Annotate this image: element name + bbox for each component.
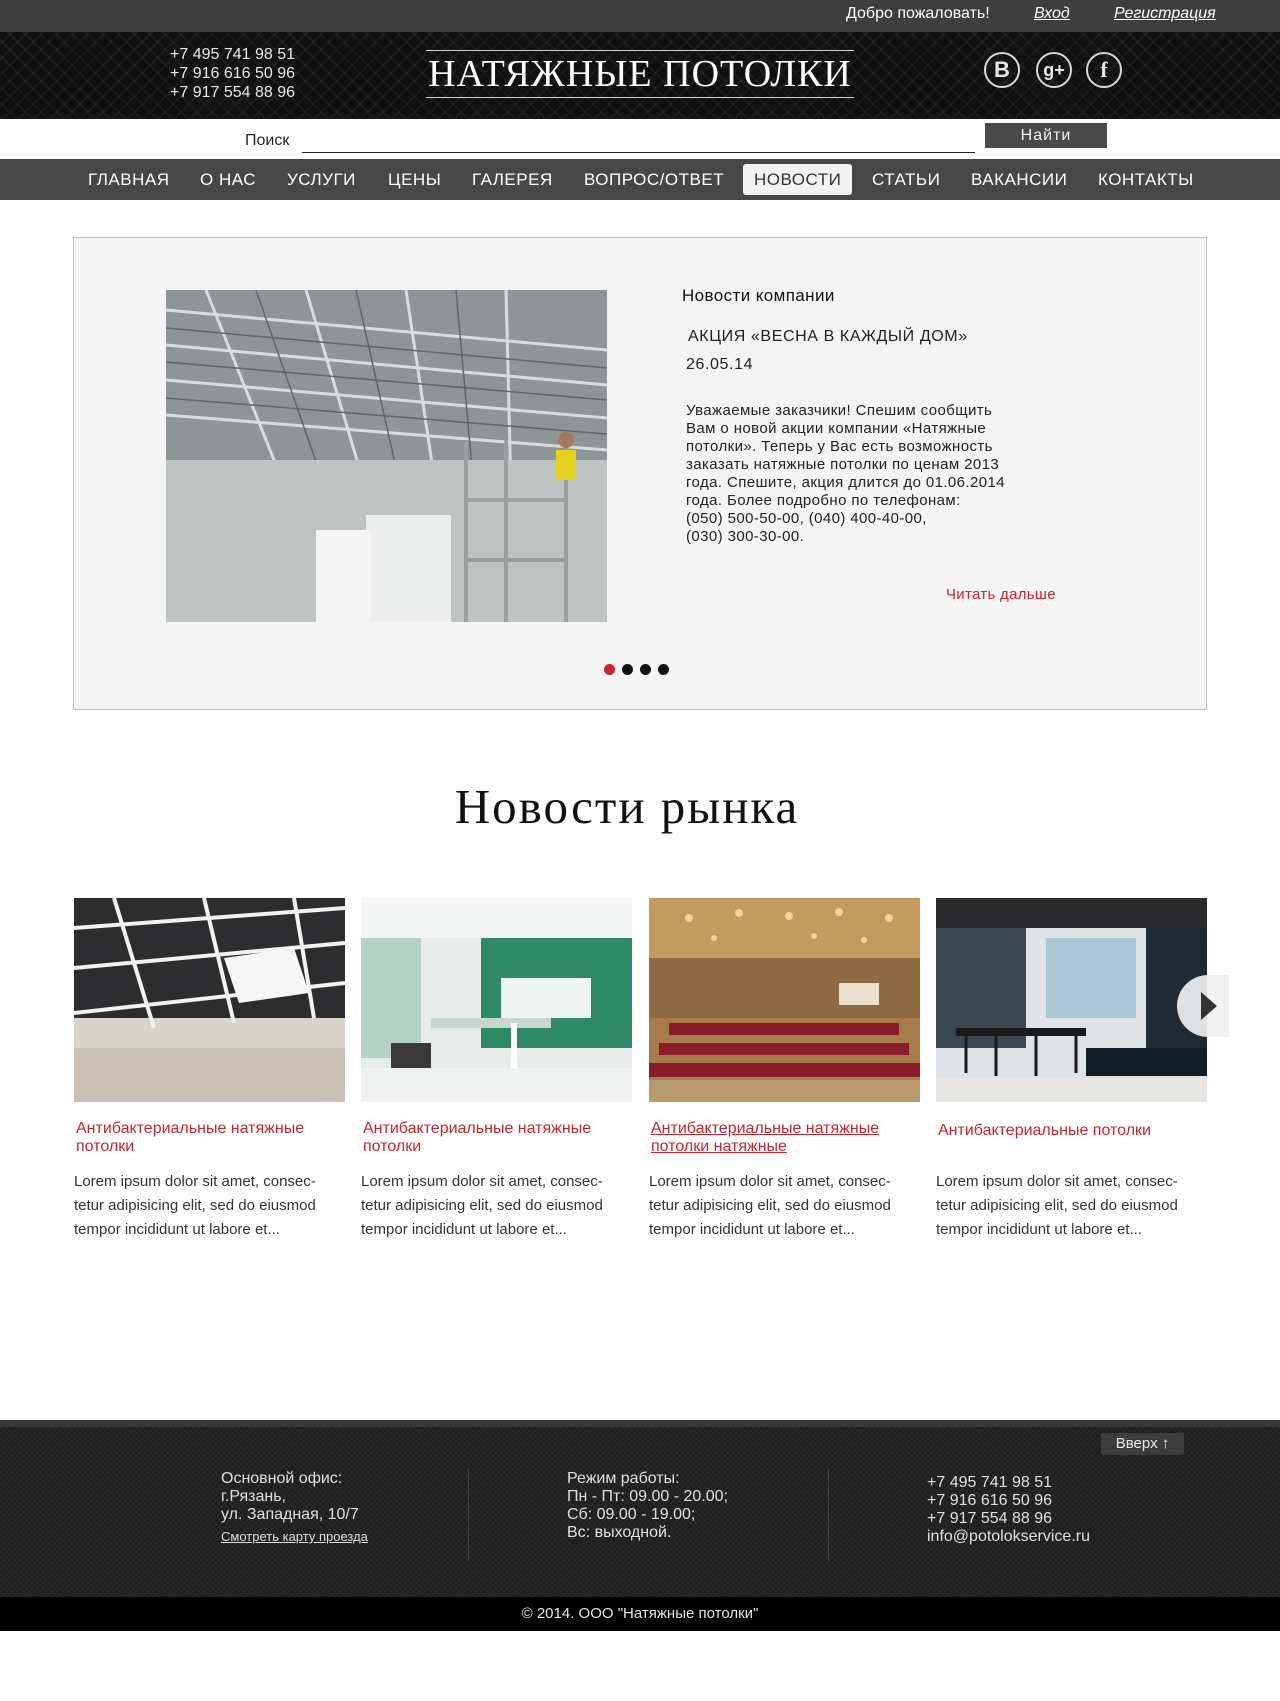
market-news-title: Новости рынка [454, 779, 800, 834]
facebook-icon[interactable]: f [1086, 52, 1122, 88]
footer-hours-line: Режим работы: [567, 1470, 680, 1487]
footer-phone: +7 495 741 98 51 [927, 1474, 1053, 1491]
news-card-desc-line: Lorem ipsum dolor sit amet, consec- [74, 1173, 316, 1190]
search-label: Поиск [245, 132, 290, 149]
news-card-desc-line: Lorem ipsum dolor sit amet, consec- [361, 1173, 603, 1190]
nav-item-contacts[interactable]: КОНТАКТЫ [1098, 164, 1194, 195]
news-card: Антибактериальные натяжные потолки натяж… [649, 898, 920, 1243]
news-card-desc: Lorem ipsum dolor sit amet, consec- tetu… [74, 1170, 345, 1242]
news-card-title[interactable]: Антибактериальные потолки [938, 1122, 1207, 1140]
nav-item-services[interactable]: УСЛУГИ [287, 164, 356, 195]
footer-divider [828, 1469, 829, 1561]
phone-number: +7 916 616 50 96 [170, 65, 296, 82]
news-card: Антибактериальные натяжные потолки Lorem… [361, 898, 632, 1243]
news-card-title[interactable]: Антибактериальные натяжные потолки натяж… [651, 1120, 920, 1156]
nav-item-articles[interactable]: СТАТЬИ [872, 164, 940, 195]
news-card-desc-line: tempor incididunt ut labore et... [74, 1221, 280, 1238]
news-card-desc: Lorem ipsum dolor sit amet, consec- tetu… [361, 1170, 632, 1242]
featured-news-photo[interactable] [166, 290, 607, 622]
slider-dot-3[interactable] [640, 664, 651, 675]
news-card-desc: Lorem ipsum dolor sit amet, consec- tetu… [649, 1170, 920, 1242]
footer-contacts: +7 495 741 98 51 +7 916 616 50 96 +7 917… [927, 1474, 1090, 1546]
news-card-image[interactable] [649, 898, 920, 1102]
news-card: Антибактериальные натяжные потолки Lorem… [74, 898, 345, 1243]
back-to-top-button[interactable]: Вверх ↑ [1101, 1433, 1184, 1455]
news-card: Антибактериальные потолки Lorem ipsum do… [936, 898, 1207, 1243]
news-card-desc-line: tempor incididunt ut labore et... [649, 1221, 855, 1238]
main-nav: ГЛАВНАЯ О НАС УСЛУГИ ЦЕНЫ ГАЛЕРЕЯ ВОПРОС… [0, 159, 1280, 200]
news-card-desc-line: Lorem ipsum dolor sit amet, consec- [936, 1173, 1178, 1190]
footer-office-line: г.Рязань, [221, 1488, 286, 1505]
nav-item-news[interactable]: НОВОСТИ [743, 164, 853, 195]
news-card-desc-line: tetur adipisicing elit, sed do eiusmod [936, 1197, 1178, 1214]
news-card-title[interactable]: Антибактериальные натяжные потолки [76, 1120, 345, 1156]
nav-item-about[interactable]: О НАС [200, 164, 256, 195]
footer-hours-line: Пн - Пт: 09.00 - 20.00; [567, 1488, 729, 1505]
nav-item-gallery[interactable]: ГАЛЕРЕЯ [472, 164, 553, 195]
news-card-title[interactable]: Антибактериальные натяжные потолки [363, 1120, 632, 1156]
search-bar: Поиск Найти [0, 119, 1280, 159]
news-body-line: заказать натяжные потолки по ценам 2013 [686, 456, 1000, 473]
news-body-line: потолки». Теперь у Вас есть возможность [686, 438, 993, 455]
copyright: © 2014. ООО "Натяжные потолки" [0, 1597, 1280, 1631]
news-card-desc-line: Lorem ipsum dolor sit amet, consec- [649, 1173, 891, 1190]
news-card-desc-line: tetur adipisicing elit, sed do eiusmod [74, 1197, 316, 1214]
news-body-line: года. Спешите, акция длится до 01.06.201… [686, 474, 1005, 491]
footer-phone: +7 916 616 50 96 [927, 1492, 1053, 1509]
news-card-desc-line: tempor incididunt ut labore et... [936, 1221, 1142, 1238]
footer-hours-line: Сб: 09.00 - 19.00; [567, 1506, 696, 1523]
slider-dot-2[interactable] [622, 664, 633, 675]
vk-icon[interactable]: B [984, 52, 1020, 88]
site-logo[interactable]: НАТЯЖНЫЕ ПОТОЛКИ [426, 50, 854, 98]
news-body-line: Уважаемые заказчики! Спешим сообщить [686, 402, 993, 419]
search-button[interactable]: Найти [985, 123, 1107, 148]
news-body-line: (030) 300-30-00. [686, 528, 805, 545]
google-plus-icon[interactable]: g+ [1036, 52, 1072, 88]
nav-item-faq[interactable]: ВОПРОС/ОТВЕТ [584, 164, 724, 195]
site-footer: Вверх ↑ Основной офис: г.Рязань, ул. Зап… [0, 1420, 1280, 1597]
header-phones: +7 495 741 98 51 +7 916 616 50 96 +7 917… [170, 45, 295, 102]
news-card-desc-line: tempor incididunt ut labore et... [361, 1221, 567, 1238]
company-news-title: Новости компании [682, 286, 835, 305]
slider-dot-4[interactable] [658, 664, 669, 675]
nav-item-prices[interactable]: ЦЕНЫ [388, 164, 441, 195]
footer-office-line: ул. Западная, 10/7 [221, 1506, 359, 1523]
phone-number: +7 495 741 98 51 [170, 46, 296, 63]
featured-news-slider: Новости компании АКЦИЯ «ВЕСНА В КАЖДЫЙ Д… [73, 237, 1207, 710]
read-more-link[interactable]: Читать дальше [946, 586, 1056, 603]
map-link[interactable]: Смотреть карту проезда [221, 1528, 368, 1546]
footer-email[interactable]: info@potolokservice.ru [927, 1528, 1090, 1546]
nav-item-home[interactable]: ГЛАВНАЯ [88, 164, 169, 195]
news-card-desc-line: tetur adipisicing elit, sed do eiusmod [361, 1197, 603, 1214]
search-input[interactable] [302, 129, 975, 153]
login-link[interactable]: Вход [1034, 5, 1070, 23]
news-date: 26.05.14 [686, 356, 754, 373]
footer-hours: Режим работы: Пн - Пт: 09.00 - 20.00; Сб… [567, 1470, 728, 1542]
footer-phone: +7 917 554 88 96 [927, 1510, 1053, 1527]
footer-office-line: Основной офис: [221, 1470, 343, 1487]
news-body-line: года. Более подробно по телефонам: [686, 492, 961, 509]
slider-dot-1[interactable] [604, 664, 615, 675]
footer-divider [468, 1469, 469, 1561]
news-card-image[interactable] [936, 898, 1207, 1102]
welcome-text: Добро пожаловать! [846, 5, 990, 22]
register-link[interactable]: Регистрация [1114, 5, 1216, 23]
news-body-line: (050) 500-50-00, (040) 400-40-00, [686, 510, 927, 527]
news-card-desc: Lorem ipsum dolor sit amet, consec- tetu… [936, 1170, 1207, 1242]
news-card-desc-line: tetur adipisicing elit, sed do eiusmod [649, 1197, 891, 1214]
news-body: Уважаемые заказчики! Спешим сообщить Вам… [686, 402, 1056, 546]
footer-office: Основной офис: г.Рязань, ул. Западная, 1… [221, 1470, 368, 1546]
news-body-line: Вам о новой акции компании «Натяжные [686, 420, 987, 437]
footer-hours-line: Вс: выходной. [567, 1524, 672, 1541]
top-bar: Добро пожаловать! Вход Регистрация [0, 0, 1280, 32]
phone-number: +7 917 554 88 96 [170, 84, 296, 101]
news-card-image[interactable] [74, 898, 345, 1102]
news-headline: АКЦИЯ «ВЕСНА В КАЖДЫЙ ДОМ» [688, 328, 968, 345]
news-card-image[interactable] [361, 898, 632, 1102]
site-header: +7 495 741 98 51 +7 916 616 50 96 +7 917… [0, 32, 1280, 119]
nav-item-vacancies[interactable]: ВАКАНСИИ [971, 164, 1067, 195]
